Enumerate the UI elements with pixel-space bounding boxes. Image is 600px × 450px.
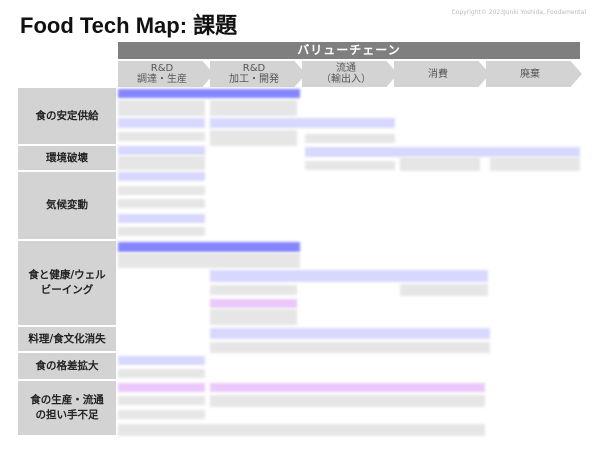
stage-line: 流通 — [336, 63, 356, 74]
blurred-block — [490, 157, 580, 171]
stage-disposal: 廃棄 — [486, 61, 582, 87]
blurred-block — [118, 227, 205, 236]
stage-rd-procurement: R&D 調達・生産 — [118, 61, 214, 87]
blurred-block — [118, 172, 205, 181]
blurred-block — [118, 369, 205, 378]
stage-line: （輸出入） — [321, 74, 371, 85]
blurred-block — [118, 146, 205, 155]
stage-line: R&D — [150, 63, 174, 74]
issue-climate: 気候変動 — [18, 172, 116, 241]
blurred-block — [210, 309, 297, 325]
stage-line: 消費 — [428, 68, 448, 80]
blurred-block — [210, 383, 485, 392]
blurred-block — [118, 199, 205, 208]
issue-food-supply: 食の安定供給 — [18, 88, 116, 146]
issue-environment: 環境破壊 — [18, 146, 116, 172]
blurred-block — [118, 242, 300, 252]
blurred-block — [305, 134, 395, 143]
page-title: Food Tech Map: 課題 — [20, 13, 238, 38]
blurred-block — [118, 383, 205, 392]
blurred-block — [210, 342, 490, 353]
blurred-block — [210, 100, 297, 116]
blurred-block — [118, 100, 205, 116]
blurred-block — [210, 285, 297, 295]
blurred-block — [305, 147, 580, 157]
value-chain-header: バリューチェーン — [118, 42, 580, 59]
stage-consumption: 消費 — [394, 61, 490, 87]
stage-line: 調達・生産 — [137, 74, 187, 85]
blurred-block — [118, 253, 300, 268]
blurred-block — [210, 118, 395, 128]
blurred-block — [210, 395, 485, 407]
blurred-block — [118, 396, 205, 405]
blurred-block — [400, 284, 488, 296]
blurred-block — [118, 132, 205, 141]
blurred-block — [210, 130, 297, 146]
blurred-block — [118, 410, 205, 419]
blurred-block — [118, 118, 205, 128]
blurred-block — [305, 161, 395, 170]
issue-food-gap: 食の格差拡大 — [18, 353, 116, 381]
stage-rd-processing: R&D 加工・開発 — [210, 61, 306, 87]
issue-health: 食と健康/ウェルビーイング — [18, 241, 116, 327]
blurred-block — [210, 270, 488, 282]
blurred-block — [118, 424, 485, 436]
blurred-block — [118, 156, 205, 170]
stage-line: 廃棄 — [520, 68, 540, 80]
copyright: Copyright© 2023Junki Yoshida, Foodamenta… — [451, 9, 586, 16]
stage-line: R&D — [242, 63, 266, 74]
blurred-block — [118, 89, 300, 98]
blurred-block — [118, 186, 205, 195]
issue-food-culture: 料理/食文化消失 — [18, 327, 116, 353]
issue-labor-shortage: 食の生産・流通の担い手不足 — [18, 381, 116, 437]
blurred-block — [210, 328, 490, 339]
stage-distribution: 流通 （輸出入） — [302, 61, 398, 87]
blurred-block — [400, 157, 480, 171]
blurred-block — [118, 356, 205, 365]
stage-line: 加工・開発 — [229, 74, 279, 85]
blurred-block — [210, 299, 297, 308]
blurred-block — [118, 214, 205, 223]
